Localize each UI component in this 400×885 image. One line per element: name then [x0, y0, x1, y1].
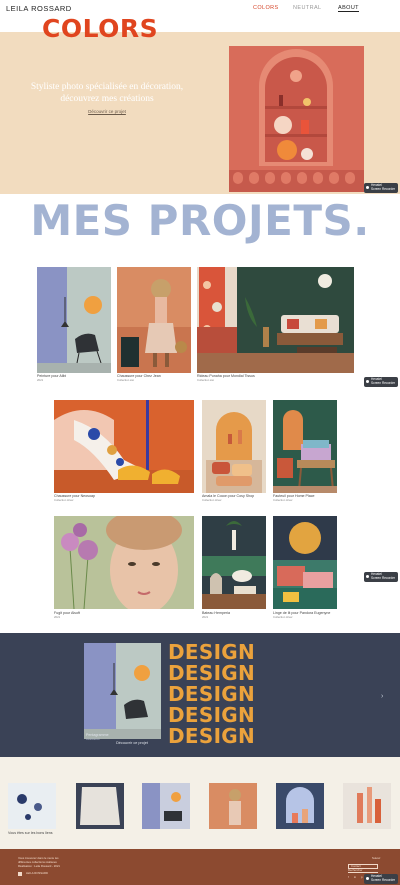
nav-colors[interactable]: COLORS [253, 5, 279, 11]
project-subcaption: 2021 [202, 615, 209, 619]
arched-shelf-illustration [229, 46, 364, 192]
project-thumb-pandora[interactable] [273, 516, 337, 609]
hero-image [229, 46, 364, 192]
project-subcaption: Collection Hiver [202, 498, 222, 502]
footer-logo-icon [18, 872, 22, 876]
recorder-line2: Screen Recorder [371, 877, 396, 882]
project-subcaption: 2021 [37, 378, 44, 382]
featured-thumb[interactable] [84, 643, 161, 739]
gallery-strip [0, 757, 400, 849]
project-thumb-hemperia[interactable] [202, 516, 266, 609]
project-subcaption: 2021 [54, 615, 61, 619]
screen-recorder-badge[interactable]: Hexatel Screen Recorder [364, 183, 398, 193]
recorder-line2: Screen Recorder [371, 380, 396, 385]
search-input[interactable]: Rechercher [348, 868, 378, 874]
project-subcaption: Collection Hiver [273, 615, 293, 619]
strip-thumb-4[interactable] [209, 783, 257, 829]
footer-line: Réalisation : Leila Rossard - 2021 [18, 864, 60, 868]
screen-recorder-badge[interactable]: Hexatel Screen Recorder [364, 572, 398, 582]
colors-logo: COLORS [42, 14, 159, 43]
discover-link[interactable]: Découvrir ce projet [22, 109, 192, 114]
recorder-line2: Screen Recorder [371, 186, 396, 191]
design-word: DESIGN [168, 661, 256, 685]
project-thumb-alsoft[interactable] [54, 516, 194, 609]
strip-thumb-2[interactable] [76, 783, 124, 829]
project-subcaption: Collection été [117, 378, 134, 382]
social-linkedin-icon[interactable]: in [354, 875, 356, 879]
project-subcaption: Collection été [197, 378, 214, 382]
social-facebook-icon[interactable]: f [348, 875, 349, 879]
site-footer [0, 849, 400, 885]
featured-discover-link[interactable]: Découvrir ce projet [92, 741, 172, 745]
footer-brand[interactable]: LEILA ROSSARD [26, 871, 48, 875]
project-subcaption: Collection Hiver [273, 498, 293, 502]
nav-neutral[interactable]: NEUTRAL [293, 5, 321, 11]
project-thumb-home-place[interactable] [273, 400, 337, 493]
project-thumb-chez-jean[interactable] [117, 267, 191, 373]
strip-thumb-5[interactable] [276, 783, 324, 829]
design-word: DESIGN [168, 703, 256, 727]
hero-tagline: Styliste photo spécialisée en décoration… [30, 82, 184, 104]
brand-name[interactable]: LEILA ROSSARD [6, 4, 72, 13]
project-thumb-mondial-tissus[interactable] [197, 267, 354, 373]
strip-caption: Vous êtes sur les bons liens [8, 831, 53, 835]
project-subcaption: Collection Hiver [54, 498, 74, 502]
social-pinterest-icon[interactable]: p [361, 875, 363, 879]
project-thumb-alibi[interactable] [37, 267, 111, 373]
strip-thumb-1[interactable] [8, 783, 56, 829]
next-arrow-icon[interactable]: › [381, 693, 383, 700]
footer-follow: Suivez [372, 856, 381, 860]
project-thumb-neosoap[interactable] [54, 400, 194, 493]
design-word: DESIGN [168, 724, 256, 748]
design-word: DESIGN [168, 640, 256, 664]
strip-thumb-3[interactable] [142, 783, 190, 829]
design-word: DESIGN [168, 682, 256, 706]
screen-recorder-badge[interactable]: Hexatel Screen Recorder [364, 377, 398, 387]
strip-thumb-6[interactable] [343, 783, 391, 829]
nav-about[interactable]: ABOUT [338, 5, 359, 12]
screen-recorder-badge[interactable]: Hexatel Screen Recorder [364, 874, 398, 884]
recorder-line2: Screen Recorder [371, 575, 396, 580]
projects-title: MES PROJETS. [30, 196, 370, 245]
project-thumb-cosy-shop[interactable] [202, 400, 266, 493]
